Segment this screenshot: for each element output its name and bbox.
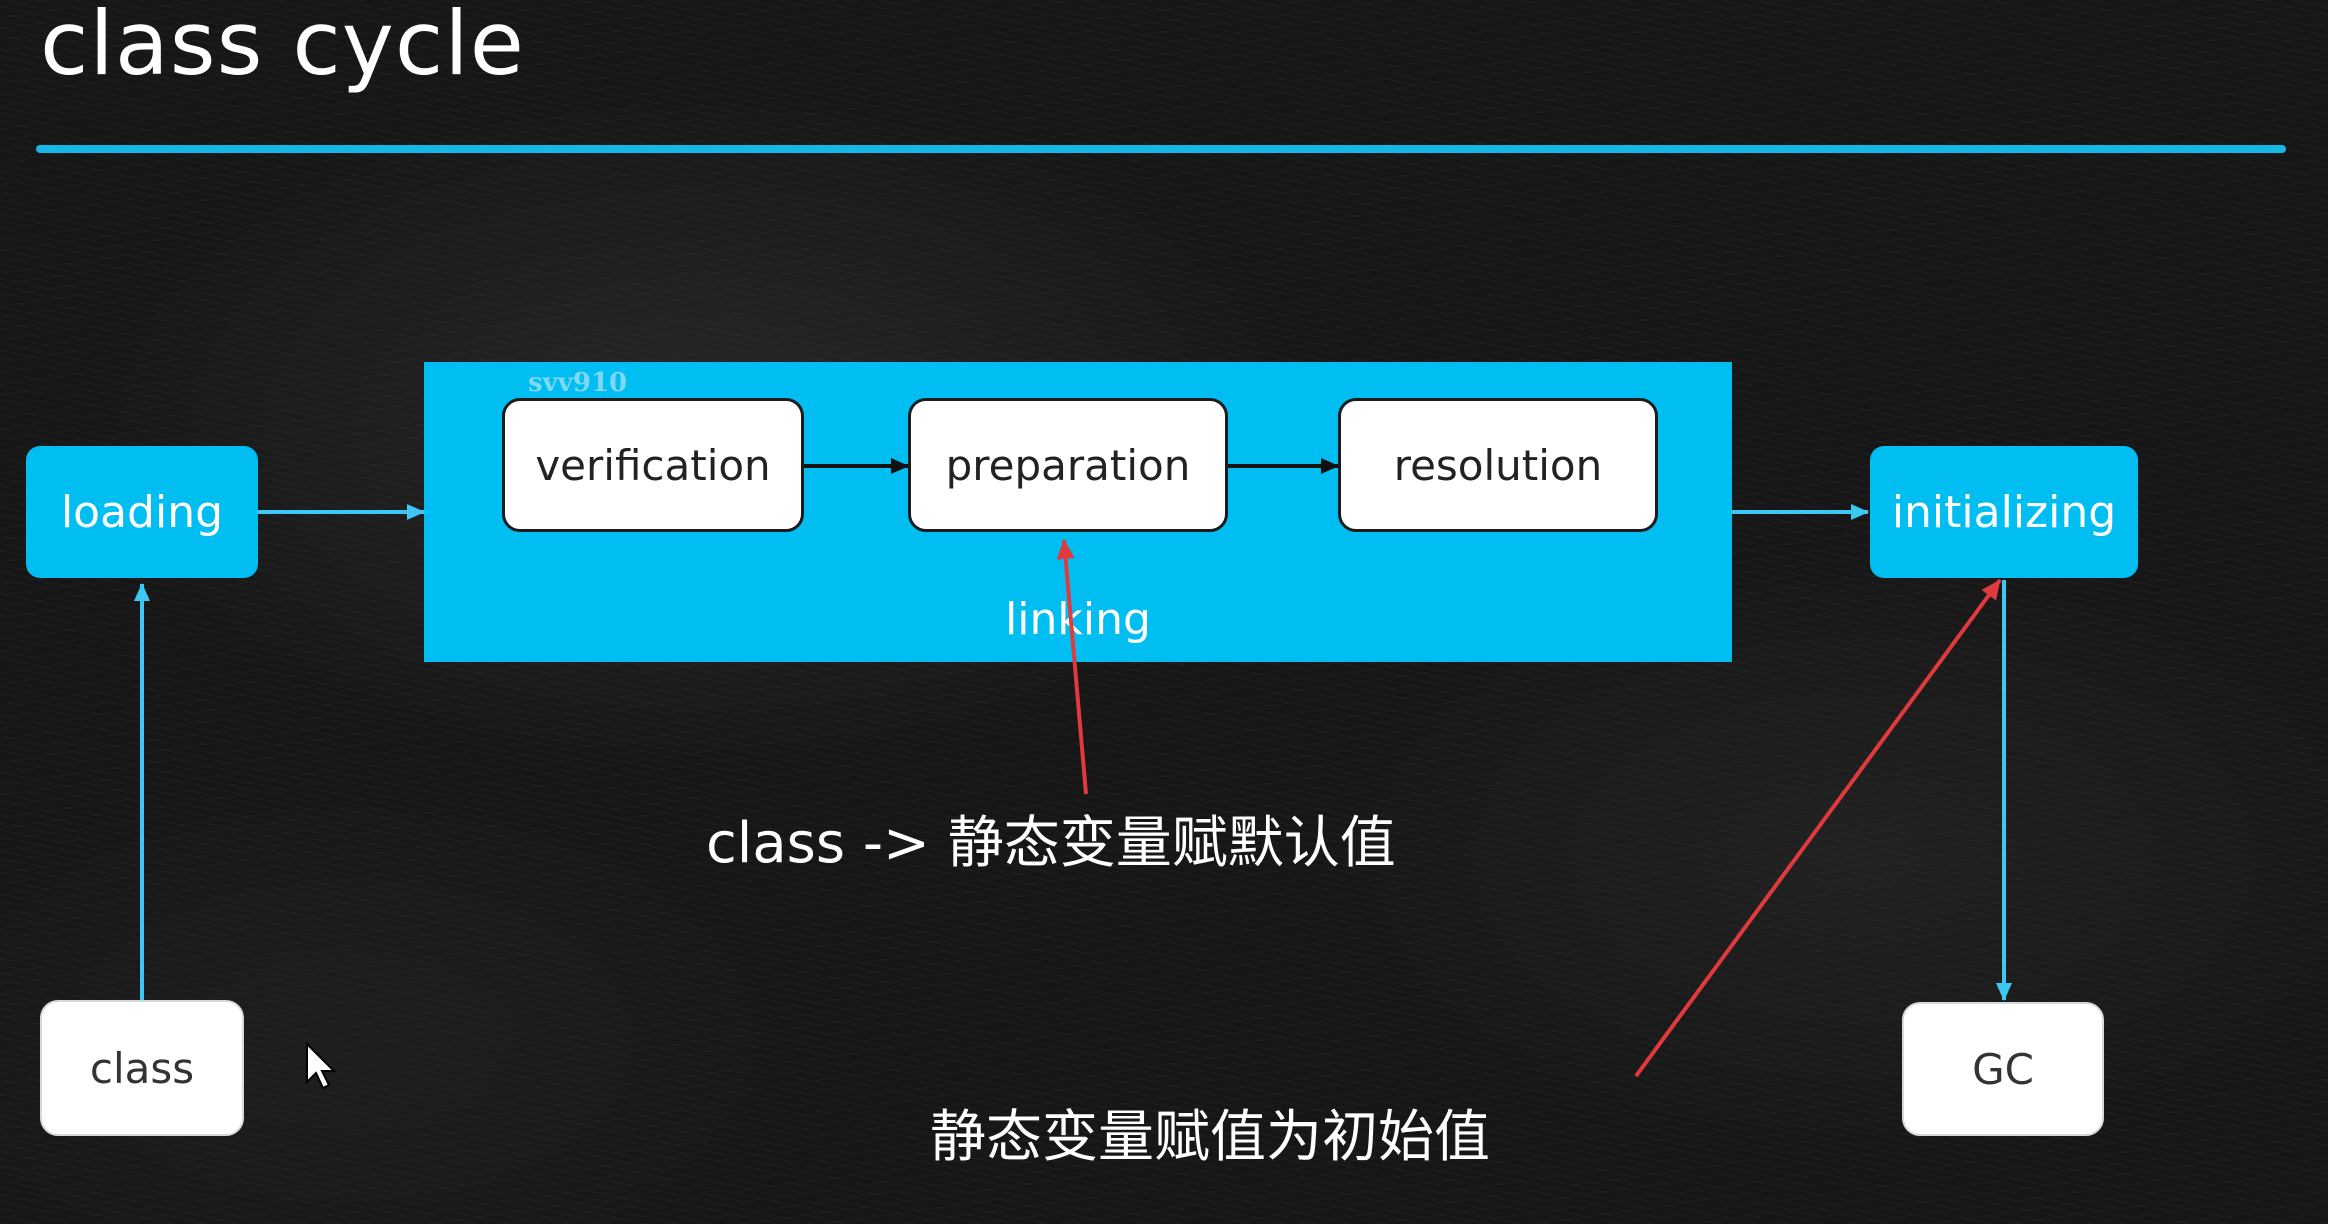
cursor-icon [306,1041,337,1090]
